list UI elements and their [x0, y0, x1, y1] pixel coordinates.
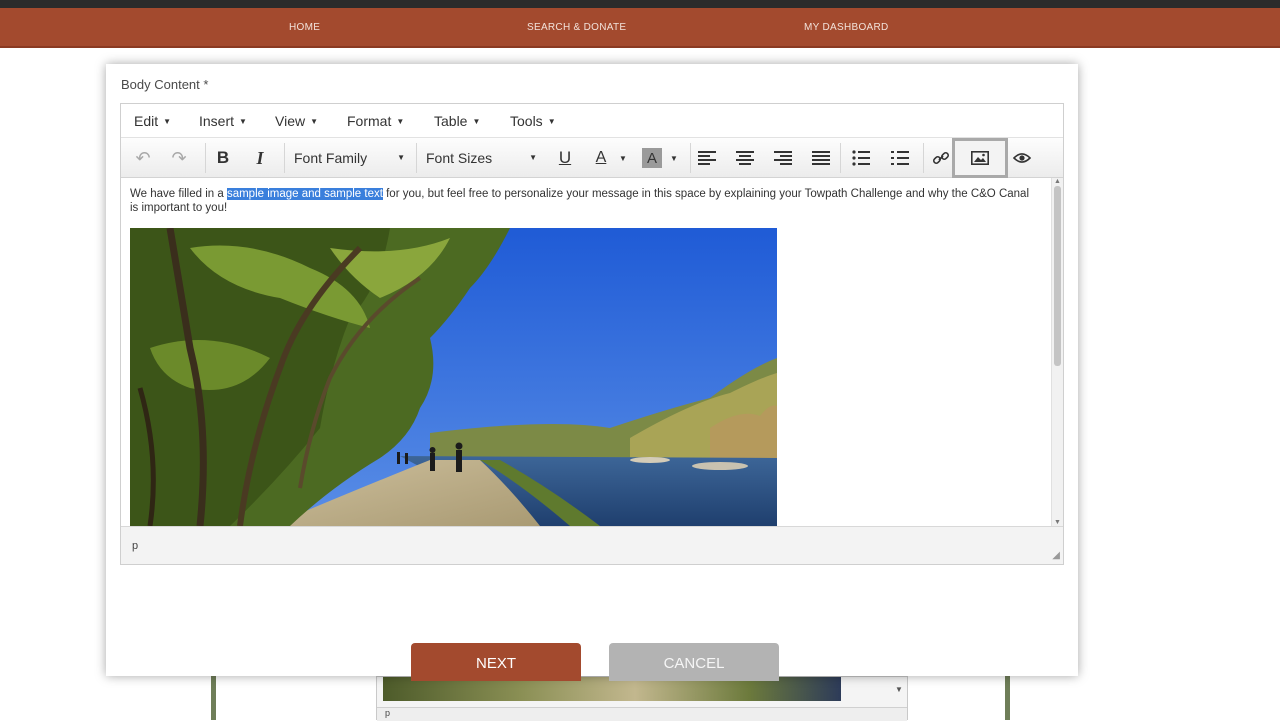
nav-my-dashboard-link[interactable]: MY DASHBOARD — [804, 8, 889, 48]
caret-down-icon: ▼ — [163, 117, 172, 126]
font-family-dropdown[interactable]: Font Family ▼ — [289, 145, 411, 171]
menu-tools-label: Tools — [510, 113, 543, 129]
align-center-icon[interactable] — [733, 145, 757, 171]
caret-down-icon[interactable]: ▼ — [617, 145, 629, 171]
caret-down-icon: ▼ — [472, 117, 481, 126]
font-family-label: Font Family — [294, 150, 368, 166]
menu-insert-label: Insert — [199, 113, 235, 129]
editor-status-bar: p ◢ — [121, 526, 1063, 564]
editor-toolbar: ↶ ↷ B I Font Family ▼ Font Sizes ▼ U A ▼ A… — [121, 138, 1063, 178]
image-icon[interactable] — [952, 138, 1008, 178]
menu-view[interactable]: View ▼ — [275, 113, 318, 129]
toolbar-divider — [840, 143, 841, 173]
cancel-button[interactable]: CANCEL — [609, 643, 779, 681]
menu-edit-label: Edit — [134, 113, 159, 129]
menu-edit[interactable]: Edit ▼ — [134, 113, 171, 129]
resize-handle-icon[interactable]: ◢ — [1052, 550, 1060, 561]
editor-menubar: Edit ▼ Insert ▼ View ▼ Format ▼ Table ▼ Tools… — [121, 104, 1063, 138]
menu-view-label: View — [275, 113, 306, 129]
background-editor: ▼ p — [376, 676, 908, 721]
menu-format[interactable]: Format ▼ — [347, 113, 404, 129]
scroll-up-arrow-icon[interactable]: ▲ — [1054, 178, 1061, 185]
text-color-icon[interactable]: A — [589, 145, 613, 171]
toolbar-divider — [284, 143, 285, 173]
body-content-modal: Body Content * Edit ▼ Insert ▼ View ▼ Forma… — [106, 64, 1078, 681]
nav-home-link[interactable]: HOME — [289, 8, 320, 48]
redo-icon[interactable]: ↷ — [167, 145, 191, 171]
font-sizes-label: Font Sizes — [426, 150, 493, 166]
toolbar-divider — [923, 143, 924, 173]
caret-down-icon: ▼ — [310, 117, 319, 126]
menu-tools[interactable]: Tools ▼ — [510, 113, 556, 129]
background-status-bar: p — [377, 707, 907, 721]
underline-icon[interactable]: U — [553, 145, 577, 171]
toolbar-divider — [416, 143, 417, 173]
scroll-down-arrow-icon[interactable]: ▼ — [1054, 519, 1061, 526]
align-justify-icon[interactable] — [809, 145, 833, 171]
background-element-path: p — [385, 708, 391, 718]
caret-down-icon: ▼ — [396, 117, 405, 126]
caret-down-icon: ▼ — [239, 117, 247, 126]
selected-text: sample image and sample text — [226, 188, 383, 200]
align-left-icon[interactable] — [695, 145, 719, 171]
menu-format-label: Format — [347, 113, 392, 129]
rich-text-editor: Edit ▼ Insert ▼ View ▼ Format ▼ Table ▼ Tools… — [120, 103, 1064, 565]
background-color-icon[interactable]: A — [642, 148, 662, 168]
preview-icon[interactable] — [1010, 145, 1034, 171]
editor-paragraph[interactable]: We have filled in a sample image and sam… — [130, 187, 1040, 215]
bullet-list-icon[interactable] — [849, 145, 873, 171]
next-button[interactable]: NEXT — [411, 643, 581, 681]
align-right-icon[interactable] — [771, 145, 795, 171]
numbered-list-icon[interactable] — [888, 145, 912, 171]
background-rail-right — [1005, 676, 1010, 720]
navbar: HOME SEARCH & DONATE MY DASHBOARD — [0, 8, 1280, 48]
background-rail-left — [211, 676, 216, 720]
toolbar-divider — [690, 143, 691, 173]
caret-down-icon: ▼ — [547, 117, 556, 126]
scroll-down-arrow-icon[interactable]: ▼ — [895, 685, 905, 695]
font-sizes-dropdown[interactable]: Font Sizes ▼ — [421, 145, 543, 171]
toolbar-divider — [205, 143, 206, 173]
undo-icon[interactable]: ↶ — [131, 145, 155, 171]
menu-table[interactable]: Table ▼ — [434, 113, 480, 129]
editor-content-area[interactable]: We have filled in a sample image and sam… — [121, 178, 1053, 526]
top-strip — [0, 0, 1280, 8]
caret-down-icon: ▼ — [529, 153, 537, 162]
editor-vertical-scrollbar[interactable]: ▲ ▼ — [1051, 178, 1063, 526]
bold-icon[interactable]: B — [211, 145, 235, 171]
element-path[interactable]: p — [132, 540, 138, 552]
scrollbar-thumb[interactable] — [1054, 186, 1061, 366]
menu-insert[interactable]: Insert ▼ — [199, 113, 247, 129]
italic-icon[interactable]: I — [248, 145, 272, 171]
towpath-photo[interactable] — [130, 228, 777, 526]
menu-table-label: Table — [434, 113, 468, 129]
paragraph-text-start: We have filled in a — [130, 188, 227, 200]
link-icon[interactable] — [929, 145, 953, 171]
caret-down-icon: ▼ — [397, 153, 405, 162]
nav-search-donate-link[interactable]: SEARCH & DONATE — [527, 8, 626, 48]
caret-down-icon[interactable]: ▼ — [668, 145, 680, 171]
body-content-label: Body Content * — [121, 77, 209, 92]
